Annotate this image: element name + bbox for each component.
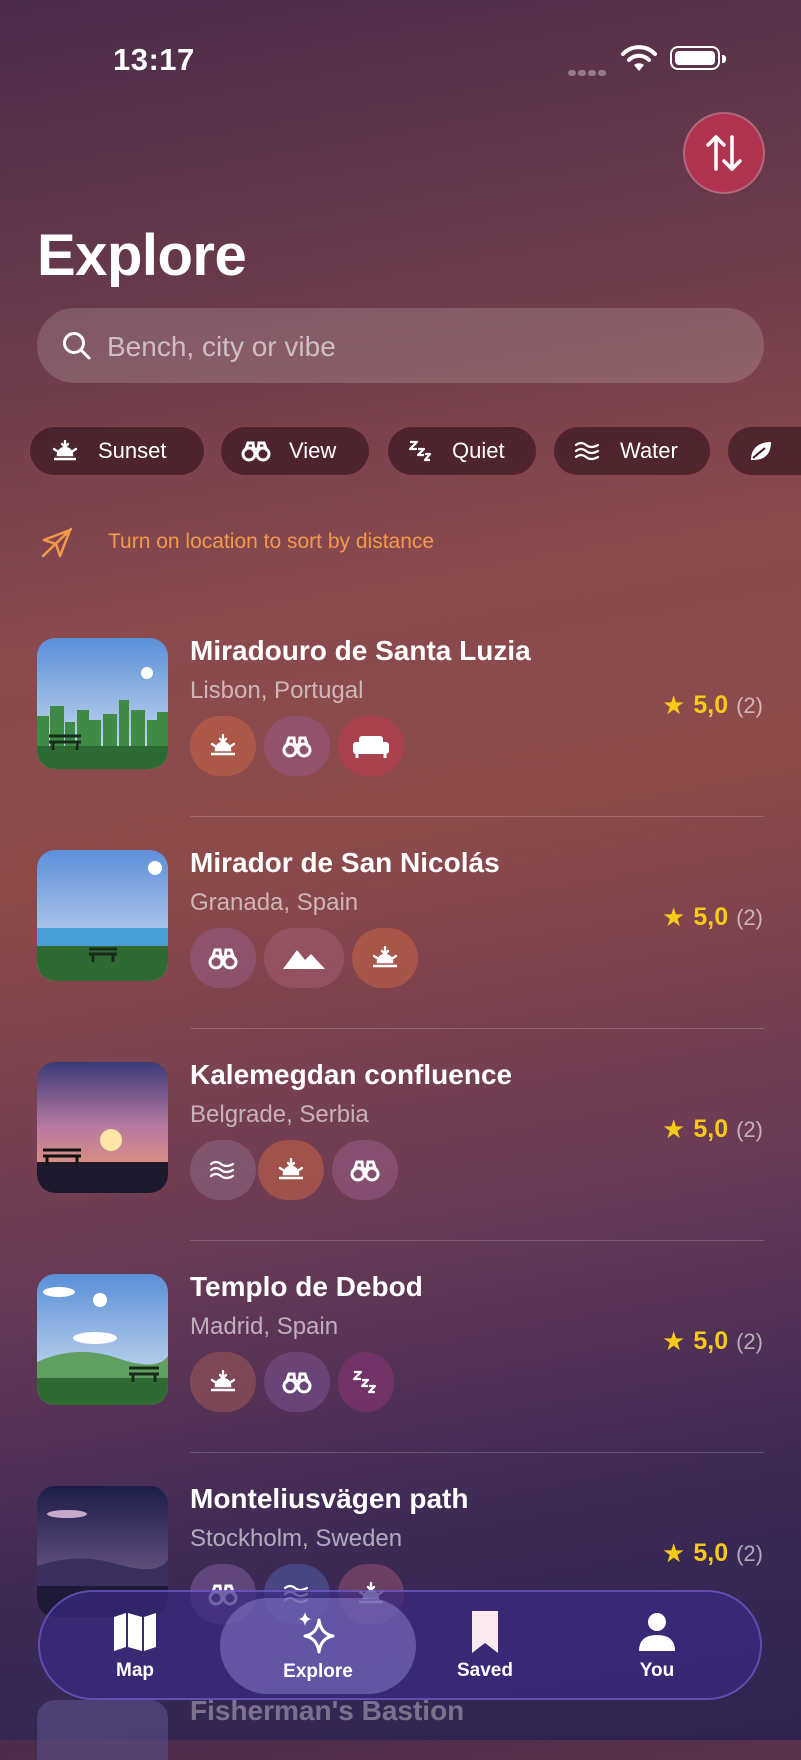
divider xyxy=(190,1028,764,1029)
rating-count: (2) xyxy=(736,1328,763,1354)
rating-count: (2) xyxy=(736,1540,763,1566)
battery-icon xyxy=(670,46,726,70)
map-icon xyxy=(112,1608,158,1656)
spot-location: Belgrade, Serbia xyxy=(190,1101,369,1128)
cellular-signal-icon xyxy=(568,63,608,81)
star-icon: ★ xyxy=(662,690,686,720)
spot-thumbnail xyxy=(37,1700,168,1760)
binoculars-icon xyxy=(264,1352,330,1412)
filter-chips: Sunset View Quiet Water xyxy=(29,426,801,478)
tab-label: You xyxy=(639,1660,675,1681)
spot-name: Kalemegdan confluence xyxy=(190,1059,513,1090)
rating-value: 5,0 xyxy=(693,1539,729,1567)
sort-button[interactable] xyxy=(685,114,763,192)
spot-name: Monteliusvägen path xyxy=(190,1483,469,1514)
spot-rating: ★ 5,0 (2) xyxy=(662,902,763,933)
spot-rating: ★ 5,0 (2) xyxy=(662,690,763,721)
list-item[interactable]: Templo de Debod Madrid, Spain ★ 5,0 (2) xyxy=(0,1271,801,1486)
tab-label: Saved xyxy=(457,1660,513,1681)
location-notice-text: Turn on location to sort by distance xyxy=(108,530,435,553)
spot-rating: ★ 5,0 (2) xyxy=(662,1114,763,1145)
spot-location: Stockholm, Sweden xyxy=(190,1525,403,1552)
star-icon: ★ xyxy=(662,902,686,932)
tab-bar: Map Explore Saved You xyxy=(38,1590,762,1700)
sunset-icon xyxy=(258,1140,324,1200)
rating-count: (2) xyxy=(736,692,763,718)
spot-thumbnail xyxy=(37,1062,168,1193)
divider xyxy=(190,1452,764,1453)
sunset-icon xyxy=(352,928,418,988)
spot-location: Lisbon, Portugal xyxy=(190,677,364,704)
filter-chip-view[interactable]: View xyxy=(220,426,370,476)
binoculars-icon xyxy=(264,716,330,776)
mountains-icon xyxy=(264,928,344,988)
filter-chip-quiet[interactable]: Quiet xyxy=(387,426,537,476)
filter-chip-label: Water xyxy=(620,438,678,463)
search-input[interactable] xyxy=(105,308,729,385)
page-title: Explore xyxy=(37,223,247,288)
rating-count: (2) xyxy=(736,904,763,930)
sunset-icon xyxy=(190,716,256,776)
spot-thumbnail xyxy=(37,850,168,981)
filter-chip-label: Sunset xyxy=(98,438,167,463)
list-item[interactable]: Kalemegdan confluence Belgrade, Serbia ★… xyxy=(0,1059,801,1274)
binoculars-icon xyxy=(190,928,256,988)
spot-thumbnail xyxy=(37,1274,168,1405)
binoculars-icon xyxy=(332,1140,398,1200)
zzz-icon xyxy=(408,439,434,463)
tab-label: Explore xyxy=(283,1661,353,1682)
sparkles-icon xyxy=(295,1609,341,1657)
zzz-icon xyxy=(338,1352,394,1412)
star-icon: ★ xyxy=(662,1114,686,1144)
list-item[interactable]: Miradouro de Santa Luzia Lisbon, Portuga… xyxy=(0,635,801,850)
tab-explore[interactable]: Explore xyxy=(220,1598,416,1694)
sort-arrows-icon xyxy=(706,135,742,171)
divider xyxy=(190,1240,764,1241)
spot-rating: ★ 5,0 (2) xyxy=(662,1326,763,1357)
person-icon xyxy=(637,1608,677,1656)
sunset-icon xyxy=(50,439,80,463)
wifi-icon xyxy=(620,44,658,79)
spot-location: Granada, Spain xyxy=(190,889,359,916)
search-icon xyxy=(61,330,93,367)
star-icon: ★ xyxy=(662,1538,686,1568)
rating-value: 5,0 xyxy=(693,1115,729,1143)
filter-chip-label: View xyxy=(289,438,337,463)
sofa-icon xyxy=(338,716,404,776)
spot-thumbnail xyxy=(37,638,168,769)
leaf-icon xyxy=(748,439,774,463)
tab-map[interactable]: Map xyxy=(90,1592,180,1698)
filter-chip-label: Quiet xyxy=(452,438,505,463)
status-time: 13:17 xyxy=(113,42,195,77)
tab-saved[interactable]: Saved xyxy=(440,1592,530,1698)
binoculars-icon xyxy=(241,439,271,463)
filter-chip-sunset[interactable]: Sunset xyxy=(29,426,205,476)
rating-count: (2) xyxy=(736,1116,763,1142)
sunset-icon xyxy=(190,1352,256,1412)
filter-chip-water[interactable]: Water xyxy=(553,426,711,476)
bookmark-icon xyxy=(469,1608,501,1656)
spot-name: Miradouro de Santa Luzia xyxy=(190,635,531,666)
star-icon: ★ xyxy=(662,1326,686,1356)
search-bar[interactable] xyxy=(37,308,764,385)
tab-you[interactable]: You xyxy=(612,1592,702,1698)
rating-value: 5,0 xyxy=(693,903,729,931)
tab-label: Map xyxy=(116,1660,154,1681)
divider xyxy=(190,816,764,817)
spot-location: Madrid, Spain xyxy=(190,1313,339,1340)
spot-name: Templo de Debod xyxy=(190,1271,423,1302)
filter-chip-nature[interactable] xyxy=(727,426,801,476)
status-bar: 13:17 xyxy=(0,38,801,78)
list-item[interactable]: Mirador de San Nicolás Granada, Spain ★ … xyxy=(0,847,801,1062)
spot-name: Mirador de San Nicolás xyxy=(190,847,500,878)
waves-icon xyxy=(190,1140,256,1200)
location-off-icon xyxy=(40,526,74,565)
rating-value: 5,0 xyxy=(693,691,729,719)
spot-rating: ★ 5,0 (2) xyxy=(662,1538,763,1569)
rating-value: 5,0 xyxy=(693,1327,729,1355)
waves-icon xyxy=(574,440,602,462)
